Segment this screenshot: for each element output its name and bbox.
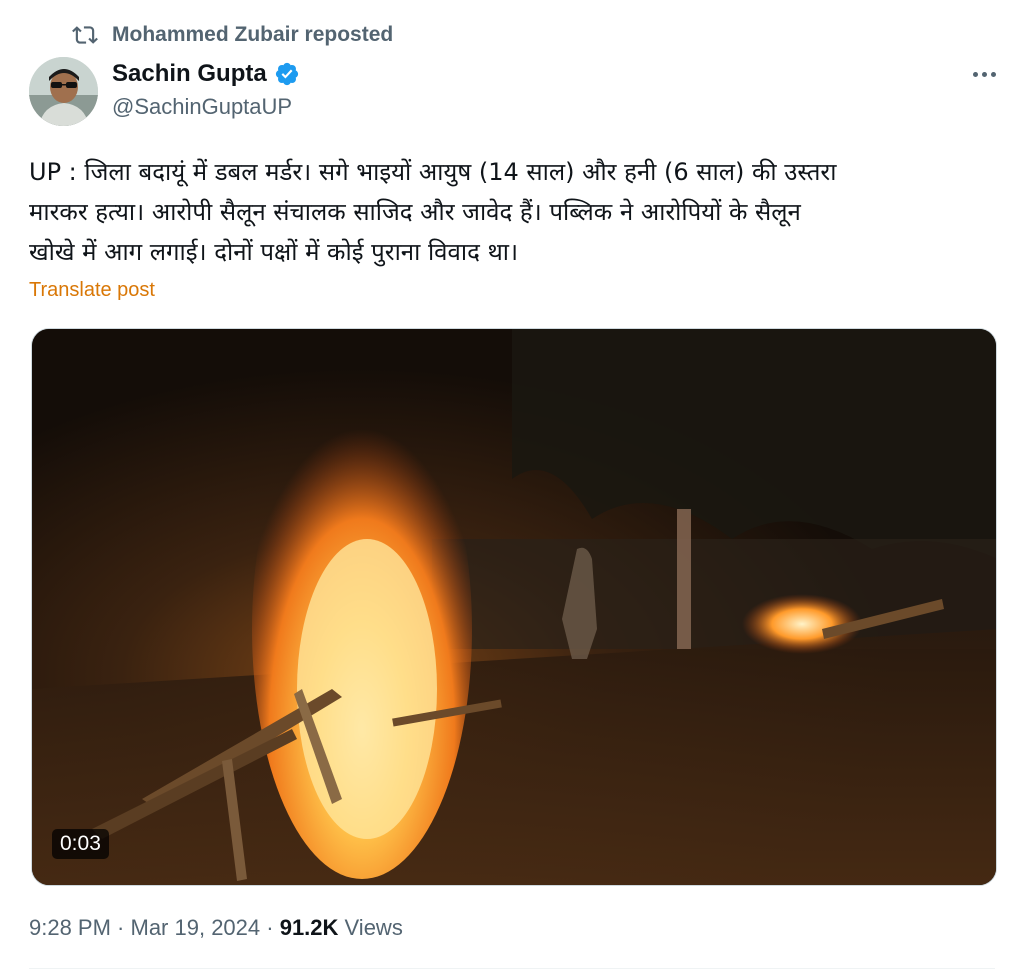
more-options-button[interactable] xyxy=(964,62,1004,86)
author-handle[interactable]: @SachinGuptaUP xyxy=(112,94,292,120)
video-duration-badge: 0:03 xyxy=(52,829,109,859)
post-date[interactable]: Mar 19, 2024 xyxy=(131,915,261,941)
repost-icon xyxy=(72,26,98,44)
divider xyxy=(29,968,995,969)
post-text: UP : जिला बदायूं में डबल मर्डर। सगे भाइय… xyxy=(29,152,989,272)
avatar-image xyxy=(29,57,98,126)
avatar[interactable] xyxy=(29,57,98,126)
post-time[interactable]: 9:28 PM xyxy=(29,915,111,941)
video-thumbnail xyxy=(32,329,996,885)
more-dot-icon xyxy=(972,71,978,77)
more-dot-icon xyxy=(981,71,987,77)
meta-separator: · xyxy=(110,915,131,940)
views-count: 91.2K xyxy=(279,915,339,940)
post-text-line: UP : जिला बदायूं में डबल मर्डर। सगे भाइय… xyxy=(29,158,837,186)
more-dot-icon xyxy=(990,71,996,77)
post-meta: 9:28 PM · Mar 19, 2024 · 91.2K Views xyxy=(29,915,403,941)
author-name-row[interactable]: Sachin Gupta xyxy=(112,58,300,90)
post-text-line: खोखे में आग लगाई। दोनों पक्षों में कोई प… xyxy=(29,238,519,266)
repost-header[interactable]: Mohammed Zubair reposted xyxy=(72,20,393,50)
repost-label[interactable]: Mohammed Zubair reposted xyxy=(112,23,393,47)
views-label: Views xyxy=(338,915,403,940)
post-text-line: मारकर हत्या। आरोपी सैलून संचालक साजिद और… xyxy=(29,198,801,226)
video-player[interactable]: 0:03 xyxy=(31,328,997,886)
author-name[interactable]: Sachin Gupta xyxy=(112,60,267,88)
translate-post-link[interactable]: Translate post xyxy=(29,279,155,302)
meta-separator: · xyxy=(260,915,280,940)
verified-badge-icon[interactable] xyxy=(274,61,300,87)
